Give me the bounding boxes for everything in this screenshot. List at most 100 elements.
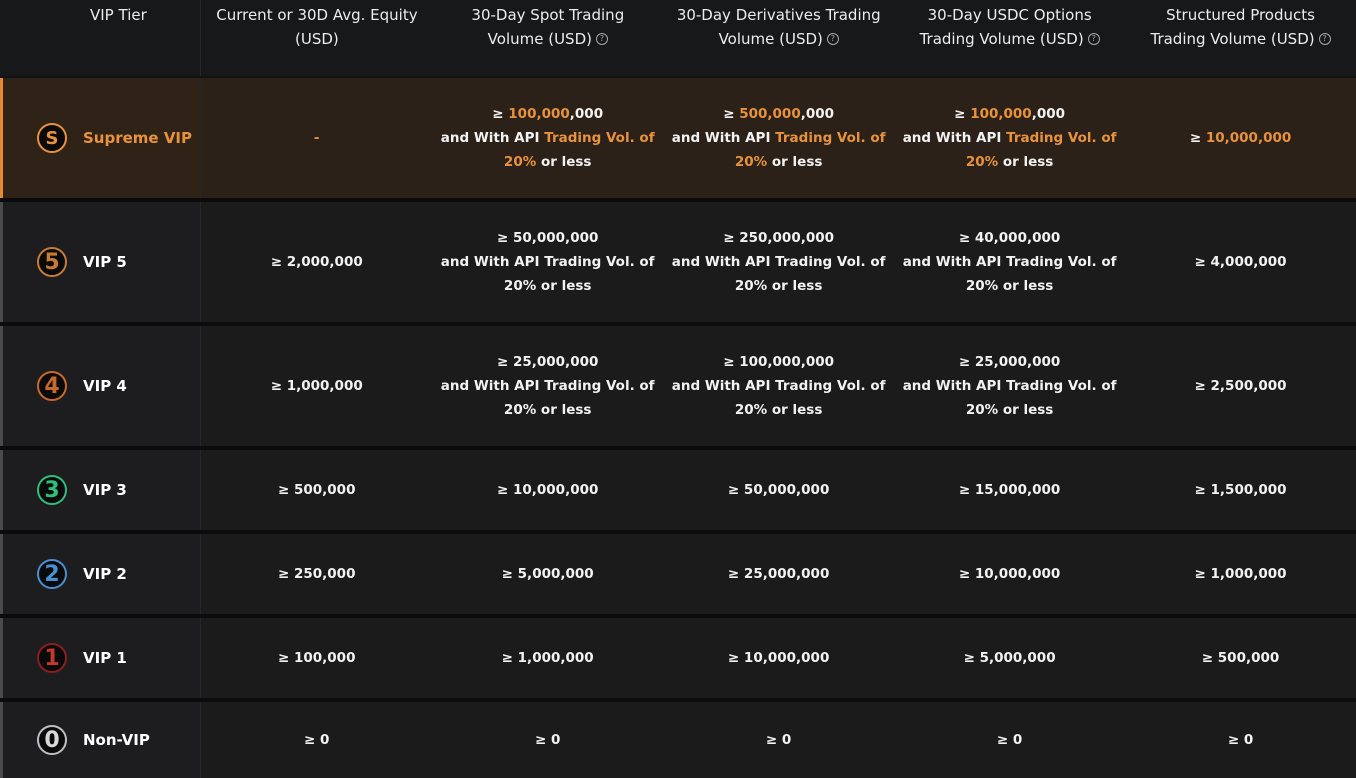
equity-value: ≥ 0 (304, 732, 330, 748)
spot-cell: ≥ 1,000,000 (432, 618, 663, 698)
deriv-value: ≥ 100,000,000 (723, 354, 835, 370)
tier-badge-5-icon: 5 (37, 247, 67, 277)
tier-name: VIP 1 (83, 649, 127, 667)
spot-cell: ≥ 100,000,000 and With API Trading Vol. … (432, 78, 663, 198)
derivatives-cell: ≥ 10,000,000 (663, 618, 894, 698)
equity-value: - (313, 130, 320, 146)
api-line2: 20% or less (734, 278, 823, 294)
spot-ge: ≥ (492, 106, 509, 122)
header-deriv-line1: 30-Day Derivatives Trading (676, 6, 881, 24)
tier-badge-1-icon: 1 (37, 643, 67, 673)
header-deriv-line2: Volume (USD) (718, 30, 823, 48)
header-vip-tier: VIP Tier (0, 0, 202, 76)
spot-value: ≥ 50,000,000 (496, 230, 599, 246)
tier-badge-2-icon: 2 (37, 559, 67, 589)
table-row-non-vip: 0 Non-VIP ≥ 0 ≥ 0 ≥ 0 ≥ 0 ≥ 0 (0, 702, 1356, 778)
options-cell: ≥ 40,000,000 and With API Trading Vol. of… (894, 202, 1125, 322)
options-value: ≥ 25,000,000 (958, 354, 1061, 370)
equity-value: ≥ 1,000,000 (270, 378, 363, 394)
api-suffix: or less (767, 154, 823, 170)
api-line1: and With API Trading Vol. of (902, 378, 1117, 394)
options-value: ≥ 40,000,000 (958, 230, 1061, 246)
api-highlight: Trading Vol. of (1006, 130, 1117, 146)
equity-cell: ≥ 250,000 (201, 534, 432, 614)
options-rest: ,000 (1031, 106, 1065, 122)
api-line1: and With API Trading Vol. of (440, 378, 655, 394)
options-cell: ≥ 100,000,000 and With API Trading Vol. … (894, 78, 1125, 198)
tier-name: VIP 2 (83, 565, 127, 583)
tier-name-prefix: Supreme (83, 129, 159, 147)
table-row-vip2: 2 VIP 2 ≥ 250,000 ≥ 5,000,000 ≥ 25,000,0… (0, 534, 1356, 614)
spot-value: ≥ 1,000,000 (501, 650, 594, 666)
derivatives-cell: ≥ 100,000,000 and With API Trading Vol. o… (663, 326, 894, 446)
structured-cell: ≥ 0 (1125, 702, 1356, 778)
deriv-value: ≥ 0 (765, 732, 792, 748)
tier-badge-4-icon: 4 (37, 371, 67, 401)
header-spot-line2: Volume (USD) (487, 30, 592, 48)
equity-value: ≥ 250,000 (277, 566, 356, 582)
equity-cell: ≥ 1,000,000 (201, 326, 432, 446)
options-cell: ≥ 15,000,000 (894, 450, 1125, 530)
equity-value: ≥ 100,000 (277, 650, 356, 666)
structured-value: ≥ 4,000,000 (1194, 254, 1287, 270)
structured-value: ≥ 1,500,000 (1194, 482, 1287, 498)
spot-highlight: 100,000 (508, 106, 570, 122)
api-highlight: Trading Vol. of (775, 130, 886, 146)
table-row-supreme-vip: S Supreme VIP - ≥ 100,000,000 and With A… (0, 78, 1356, 198)
equity-cell: - (201, 78, 432, 198)
structured-ge: ≥ (1189, 130, 1206, 146)
api-prefix: and With API (902, 130, 1007, 146)
tier-badge-3-icon: 3 (37, 475, 67, 505)
deriv-highlight: 500,000 (739, 106, 801, 122)
options-cell: ≥ 10,000,000 (894, 534, 1125, 614)
structured-cell: ≥ 10,000,000 (1125, 78, 1356, 198)
question-circle-icon[interactable]: ? (1087, 32, 1100, 45)
api-line1: and With API Trading Vol. of (671, 378, 886, 394)
api-prefix: and With API (671, 130, 776, 146)
deriv-value: ≥ 50,000,000 (727, 482, 830, 498)
deriv-ge: ≥ (723, 106, 740, 122)
question-circle-icon[interactable]: ? (826, 32, 839, 45)
options-value: ≥ 0 (996, 732, 1023, 748)
spot-value: ≥ 25,000,000 (496, 354, 599, 370)
question-circle-icon[interactable]: ? (595, 32, 608, 45)
tier-badge-label: 4 (44, 373, 60, 399)
header-spot-line1: 30-Day Spot Trading (471, 6, 625, 24)
deriv-value: ≥ 10,000,000 (727, 650, 830, 666)
table-row-vip5: 5 VIP 5 ≥ 2,000,000 ≥ 50,000,000 and With… (0, 202, 1356, 322)
tier-name: Non-VIP (83, 731, 150, 749)
structured-cell: ≥ 1,500,000 (1125, 450, 1356, 530)
tier-badge-0-icon: 0 (37, 725, 67, 755)
header-options-line2: Trading Volume (USD) (919, 30, 1084, 48)
deriv-value: ≥ 250,000,000 (723, 230, 835, 246)
equity-cell: ≥ 0 (201, 702, 432, 778)
tier-badge-label: 5 (44, 249, 60, 275)
deriv-rest: ,000 (800, 106, 835, 122)
spot-cell: ≥ 5,000,000 (432, 534, 663, 614)
tier-cell: 2 VIP 2 (3, 534, 202, 614)
tier-badge-label: S (45, 127, 59, 149)
api-pct: 20% (734, 154, 768, 170)
header-vip-tier-label: VIP Tier (90, 6, 147, 24)
derivatives-cell: ≥ 25,000,000 (663, 534, 894, 614)
tier-cell: 3 VIP 3 (3, 450, 202, 530)
header-structured-line1: Structured Products (1166, 6, 1315, 24)
question-circle-icon[interactable]: ? (1318, 32, 1331, 45)
api-line2: 20% or less (503, 278, 592, 294)
tier-name: VIP 4 (83, 377, 127, 395)
header-options-line1: 30-Day USDC Options (927, 6, 1092, 24)
tier-cell: 4 VIP 4 (3, 326, 202, 446)
options-value: ≥ 5,000,000 (963, 650, 1056, 666)
derivatives-cell: ≥ 500,000,000 and With API Trading Vol. … (663, 78, 894, 198)
tier-name: VIP 5 (83, 253, 127, 271)
options-highlight: 100,000 (970, 106, 1032, 122)
api-line1: and With API Trading Vol. of (671, 254, 886, 270)
tier-badge-s-icon: S (37, 123, 67, 153)
header-equity: Current or 30D Avg. Equity (USD) (201, 0, 432, 76)
tier-cell: S Supreme VIP (3, 78, 202, 198)
spot-value: ≥ 5,000,000 (501, 566, 594, 582)
spot-value: ≥ 0 (534, 732, 561, 748)
tier-cell: 0 Non-VIP (3, 702, 202, 778)
header-structured-volume: Structured Products Trading Volume (USD)… (1125, 0, 1356, 76)
vip-tier-table: VIP Tier Current or 30D Avg. Equity (USD… (0, 0, 1356, 778)
